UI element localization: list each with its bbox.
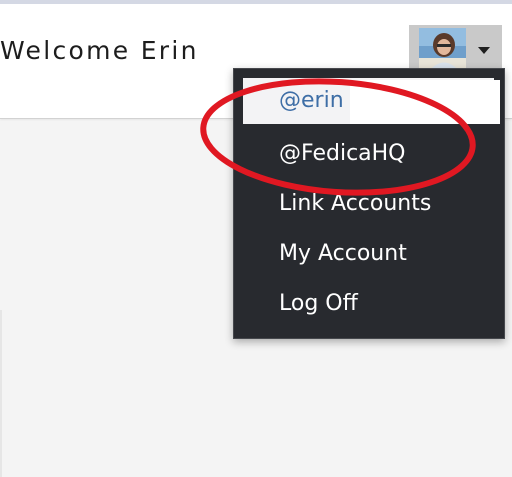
- menu-item-account-fedicahq[interactable]: @FedicaHQ: [234, 131, 504, 177]
- profile-photo: [419, 28, 466, 71]
- menu-item-label: @FedicaHQ: [279, 141, 406, 166]
- menu-item-label: My Account: [279, 241, 407, 266]
- menu-item-label: Link Accounts: [279, 191, 432, 216]
- redaction-block: [350, 80, 500, 124]
- avatar: [419, 28, 466, 71]
- menu-item-label: Log Off: [279, 291, 358, 316]
- page-edge: [0, 310, 2, 477]
- account-dropdown-menu: @erin @FedicaHQ Link Accounts My Account…: [233, 68, 505, 339]
- menu-item-account-erin[interactable]: @erin: [243, 78, 500, 124]
- welcome-message: Welcome Erin: [0, 36, 199, 65]
- caret-down-icon[interactable]: [478, 47, 490, 54]
- menu-item-label: @erin: [279, 88, 344, 113]
- menu-item-log-off[interactable]: Log Off: [234, 281, 504, 327]
- menu-item-my-account[interactable]: My Account: [234, 231, 504, 277]
- menu-item-link-accounts[interactable]: Link Accounts: [234, 181, 504, 227]
